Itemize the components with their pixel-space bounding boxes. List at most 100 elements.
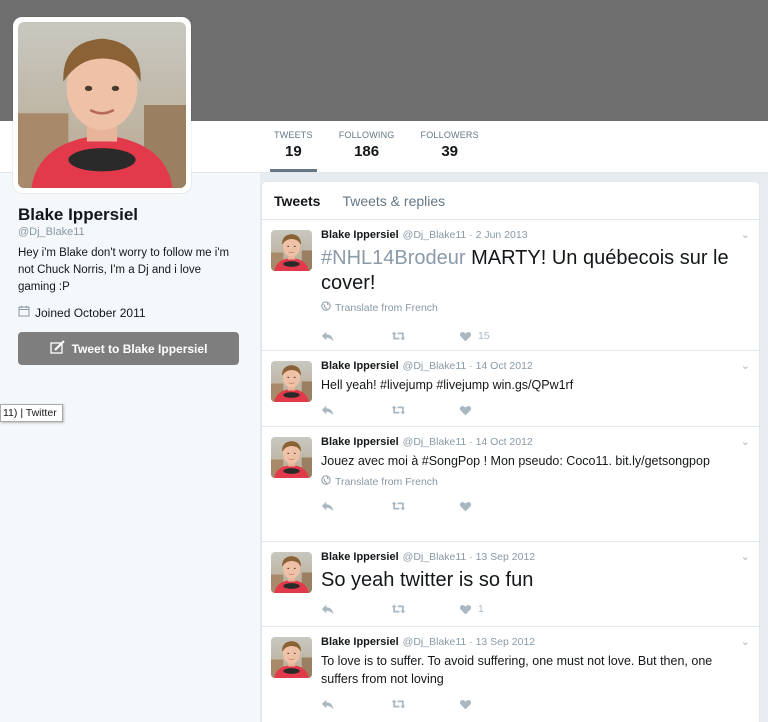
tweet-text: To love is to suffer. To avoid suffering… xyxy=(321,654,713,686)
retweet-icon xyxy=(390,329,407,343)
translate-text: Translate from French xyxy=(335,301,438,314)
like-button[interactable] xyxy=(459,698,528,711)
tweet-author[interactable]: Blake Ippersiel xyxy=(321,436,399,449)
calendar-icon xyxy=(18,305,30,320)
chevron-down-icon[interactable]: ⌄ xyxy=(741,550,750,563)
stat-value: 186 xyxy=(354,143,380,160)
tweet-header: Blake Ippersiel @Dj_Blake11 · 13 Sep 201… xyxy=(321,636,749,649)
like-button[interactable] xyxy=(459,404,528,417)
reply-button[interactable] xyxy=(321,329,390,343)
tweet-meta: @Dj_Blake11 · 13 Sep 2012 xyxy=(402,551,536,563)
reply-button[interactable] xyxy=(321,602,390,616)
tweet-header: Blake Ippersiel @Dj_Blake11 · 14 Oct 201… xyxy=(321,436,749,449)
joined-date: Joined October 2011 xyxy=(18,305,243,320)
tweet-author[interactable]: Blake Ippersiel xyxy=(321,360,399,373)
stat-label: FOLLOWING xyxy=(338,130,395,140)
tweet-author[interactable]: Blake Ippersiel xyxy=(321,229,399,242)
reply-button[interactable] xyxy=(321,499,390,513)
tweet-text: Jouez avec moi à #SongPop ! Mon pseudo: … xyxy=(321,454,710,468)
translate-link[interactable]: Translate from French xyxy=(321,301,749,314)
tweet-avatar[interactable] xyxy=(271,361,312,402)
retweet-icon xyxy=(390,403,407,417)
tweet-actions: 15 xyxy=(321,320,749,352)
tweet-item[interactable]: ⌄ Blake Ippersiel @Dj_Blake11 · 13 Sep 2… xyxy=(262,627,759,722)
translate-text: Translate from French xyxy=(335,475,438,488)
heart-icon xyxy=(459,698,472,711)
globe-icon xyxy=(321,301,331,314)
chevron-down-icon[interactable]: ⌄ xyxy=(741,435,750,448)
tweet-text: Hell yeah! #livejump #livejump win.gs/QP… xyxy=(321,378,574,392)
like-button[interactable] xyxy=(459,500,528,513)
window-title-tooltip: 11) | Twitter xyxy=(0,404,63,422)
reply-button[interactable] xyxy=(321,697,390,711)
reply-icon xyxy=(321,329,335,343)
tweet-text: #NHL14Brodeur MARTY! Un québecois sur le… xyxy=(321,246,749,296)
chevron-down-icon[interactable]: ⌄ xyxy=(741,228,750,241)
stat-value: 39 xyxy=(441,143,459,160)
retweet-icon xyxy=(390,602,407,616)
tab-tweets[interactable]: Tweets xyxy=(274,193,320,209)
tweet-avatar[interactable] xyxy=(271,230,312,271)
retweet-button[interactable] xyxy=(390,602,459,616)
heart-icon xyxy=(459,603,472,616)
stat-tweets[interactable]: TWEETS 19 xyxy=(270,130,317,172)
stat-followers[interactable]: FOLLOWERS 39 xyxy=(417,130,483,172)
tweet-hashtag[interactable]: #NHL14Brodeur xyxy=(321,247,466,269)
profile-bio: Hey i'm Blake don't worry to follow me i… xyxy=(18,247,230,293)
like-count: 1 xyxy=(478,603,484,615)
translate-link[interactable]: Translate from French xyxy=(321,475,749,488)
retweet-button[interactable] xyxy=(390,697,459,711)
globe-icon xyxy=(321,475,331,488)
reply-icon xyxy=(321,499,335,513)
stat-label: TWEETS xyxy=(274,130,313,140)
retweet-icon xyxy=(390,697,407,711)
tweet-actions xyxy=(321,394,749,426)
tweet-item[interactable]: ⌄ Blake Ippersiel @Dj_Blake11 · 13 Sep 2… xyxy=(262,542,759,627)
like-count: 15 xyxy=(478,330,490,342)
stat-value: 19 xyxy=(285,143,302,160)
tweet-meta: @Dj_Blake11 · 2 Jun 2013 xyxy=(402,229,528,241)
tweet-author[interactable]: Blake Ippersiel xyxy=(321,551,399,564)
retweet-button[interactable] xyxy=(390,403,459,417)
tweet-header: Blake Ippersiel @Dj_Blake11 · 13 Sep 201… xyxy=(321,551,749,564)
tweet-meta: @Dj_Blake11 · 14 Oct 2012 xyxy=(402,436,533,448)
like-button[interactable]: 15 xyxy=(459,330,528,343)
compose-icon xyxy=(49,340,66,357)
stat-label: FOLLOWERS xyxy=(420,130,479,140)
tweet-to-label: Tweet to Blake Ippersiel xyxy=(71,341,208,356)
chevron-down-icon[interactable]: ⌄ xyxy=(741,635,750,648)
tweet-to-button[interactable]: Tweet to Blake Ippersiel xyxy=(18,332,239,365)
stat-following[interactable]: FOLLOWING 186 xyxy=(335,130,399,172)
tab-tweets-replies[interactable]: Tweets & replies xyxy=(342,193,445,209)
tweet-item[interactable]: ⌄ Blake Ippersiel @Dj_Blake11 · 2 Jun 20… xyxy=(262,220,759,351)
profile-stats: TWEETS 19 FOLLOWING 186 FOLLOWERS 39 xyxy=(270,130,501,172)
tweet-avatar[interactable] xyxy=(271,552,312,593)
joined-text: Joined October 2011 xyxy=(35,305,146,320)
profile-handle[interactable]: @Dj_Blake11 xyxy=(18,226,243,238)
reply-icon xyxy=(321,403,335,417)
tweet-avatar[interactable] xyxy=(271,637,312,678)
chevron-down-icon[interactable]: ⌄ xyxy=(741,359,750,372)
profile-name[interactable]: Blake Ippersiel xyxy=(18,205,243,225)
tweet-actions: 1 xyxy=(321,593,749,625)
tweet-author[interactable]: Blake Ippersiel xyxy=(321,636,399,649)
tweet-header: Blake Ippersiel @Dj_Blake11 · 14 Oct 201… xyxy=(321,360,749,373)
tweet-actions xyxy=(321,490,749,522)
tweet-item[interactable]: ⌄ Blake Ippersiel @Dj_Blake11 · 14 Oct 2… xyxy=(262,351,759,427)
retweet-button[interactable] xyxy=(390,329,459,343)
tweet-meta: @Dj_Blake11 · 14 Oct 2012 xyxy=(402,360,533,372)
tweet-actions xyxy=(321,688,749,720)
timeline-tabs: Tweets Tweets & replies xyxy=(262,182,759,220)
profile-card: Blake Ippersiel @Dj_Blake11 Hey i'm Blak… xyxy=(18,205,243,365)
retweet-button[interactable] xyxy=(390,499,459,513)
timeline: Tweets Tweets & replies ⌄ Blake Ippersie… xyxy=(261,181,760,722)
heart-icon xyxy=(459,330,472,343)
like-button[interactable]: 1 xyxy=(459,603,528,616)
tweet-item[interactable]: ⌄ Blake Ippersiel @Dj_Blake11 · 14 Oct 2… xyxy=(262,427,759,542)
profile-avatar[interactable] xyxy=(13,17,191,193)
tweet-avatar[interactable] xyxy=(271,437,312,478)
reply-button[interactable] xyxy=(321,403,390,417)
retweet-icon xyxy=(390,499,407,513)
tweet-header: Blake Ippersiel @Dj_Blake11 · 2 Jun 2013 xyxy=(321,229,749,242)
heart-icon xyxy=(459,404,472,417)
